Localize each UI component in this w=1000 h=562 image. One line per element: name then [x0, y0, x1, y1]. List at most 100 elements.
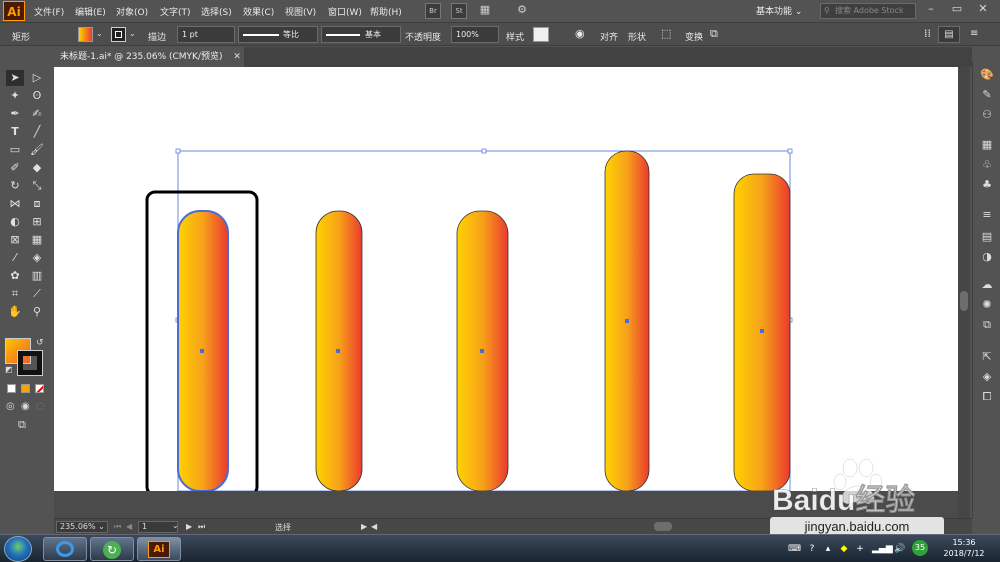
help-icon[interactable]: ? [806, 543, 818, 555]
fill-dropdown-icon[interactable]: ⌄ [96, 29, 103, 38]
tray-arrow-icon[interactable]: ▴ [822, 543, 834, 555]
align-button[interactable]: 对齐 [600, 30, 618, 43]
bbox-handle[interactable] [481, 148, 487, 154]
prev-artboard-icon[interactable]: ◀ [126, 522, 132, 531]
menu-help[interactable]: 帮助(H) [370, 5, 402, 18]
default-colors-icon[interactable]: ◩ [5, 365, 13, 374]
color-panel-icon[interactable]: 🎨 [979, 68, 995, 82]
artboard-dropdown-icon[interactable]: ⌄ [172, 521, 179, 530]
perspective-grid-tool-icon[interactable]: ⊞ [28, 214, 46, 230]
arrange-icon[interactable]: ▤ [938, 26, 960, 43]
libraries-panel-icon[interactable]: ⚇ [979, 108, 995, 122]
shaper-tool-icon[interactable]: ✐ [6, 160, 24, 176]
stroke-color-swatch[interactable] [17, 350, 43, 376]
hand-tool-icon[interactable]: ✋ [6, 304, 24, 320]
graph-tool-icon[interactable]: ▥ [28, 268, 46, 284]
transform-panel-icon[interactable]: ⧉ [979, 318, 995, 332]
blend-tool-icon[interactable]: ◈ [28, 250, 46, 266]
stock-search-input[interactable]: ⚲ 搜索 Adobe Stock [820, 3, 916, 19]
variable-width-profile[interactable]: 等比 [238, 26, 318, 43]
shape-properties-button[interactable]: 形状 [628, 30, 646, 43]
ie-taskbar-button[interactable] [43, 537, 87, 561]
menu-lines-icon[interactable]: ≡ [970, 28, 978, 39]
appearance-panel-icon[interactable]: ✺ [979, 298, 995, 312]
opacity-field[interactable]: 100% [451, 26, 499, 43]
minimize-button[interactable]: – [918, 0, 944, 18]
swatches-panel-icon[interactable]: ▦ [979, 138, 995, 152]
vertical-scroll-thumb[interactable] [960, 291, 968, 311]
workspace-switcher[interactable]: 基本功能 ⌄ [756, 4, 802, 17]
volume-icon[interactable]: 🔊 [894, 543, 906, 555]
last-artboard-icon[interactable]: ⏭ [198, 522, 205, 532]
menu-type[interactable]: 文字(T) [160, 5, 191, 18]
tab-close-icon[interactable]: ✕ [233, 52, 241, 62]
brushes-panel-icon[interactable]: ✎ [979, 88, 995, 102]
slice-tool-icon[interactable]: ⟋ [28, 286, 46, 302]
menu-panel-icon[interactable]: ≡ [979, 208, 995, 222]
start-button[interactable] [4, 536, 32, 562]
bridge-button[interactable]: Br [425, 3, 441, 19]
menu-object[interactable]: 对象(O) [116, 5, 148, 18]
paintbrush-tool-icon[interactable]: 🖌 [28, 142, 46, 158]
security-icon[interactable]: ◆ [838, 543, 850, 555]
swap-fill-stroke-icon[interactable]: ↺ [36, 338, 44, 348]
menu-select[interactable]: 选择(S) [201, 5, 232, 18]
color-mode-icon[interactable] [7, 384, 16, 393]
horizontal-scroll-thumb[interactable] [654, 522, 672, 531]
symbol-sprayer-tool-icon[interactable]: ✿ [6, 268, 24, 284]
menu-view[interactable]: 视图(V) [285, 5, 316, 18]
notification-badge[interactable]: 35 [912, 540, 928, 556]
selection-tool-icon[interactable]: ➤ [6, 70, 24, 86]
line-tool-icon[interactable]: ╱ [28, 124, 46, 140]
artwork-svg[interactable] [54, 67, 958, 491]
curvature-tool-icon[interactable]: ✍ [28, 106, 46, 122]
artboard-canvas[interactable] [54, 67, 958, 491]
clubs-panel-icon[interactable]: ♣ [979, 178, 995, 192]
draw-behind-icon[interactable]: ◉ [21, 401, 30, 412]
vertical-scrollbar[interactable] [958, 67, 970, 518]
align-panel-icon[interactable]: ▤ [979, 230, 995, 244]
tray-plus-icon[interactable]: + [854, 543, 866, 555]
keyboard-icon[interactable]: ⌨ [788, 543, 801, 555]
eyedropper-tool-icon[interactable]: ⁄ [6, 250, 24, 266]
opacity-label[interactable]: 不透明度 [405, 30, 441, 43]
layers-panel-icon[interactable]: ◈ [979, 370, 995, 384]
shape-bounds-icon[interactable]: ⬚ [661, 27, 671, 40]
direct-selection-tool-icon[interactable]: ▷ [28, 70, 46, 86]
clock[interactable]: 15:36 2018/7/12 [934, 537, 994, 559]
scroll-left-icon[interactable]: ◀ [371, 522, 377, 531]
export-panel-icon[interactable]: ⇱ [979, 350, 995, 364]
gradient-mode-icon[interactable] [21, 384, 30, 393]
gradient-tool-icon[interactable]: ▦ [28, 232, 46, 248]
draw-normal-icon[interactable]: ◎ [6, 401, 15, 412]
stock-button[interactable]: St [451, 3, 467, 19]
menu-file[interactable]: 文件(F) [34, 5, 64, 18]
panel-options-icon[interactable]: ⁞⁞ [924, 27, 931, 40]
graphic-style-swatch[interactable] [533, 27, 549, 42]
mesh-tool-icon[interactable]: ⊠ [6, 232, 24, 248]
zoom-field[interactable]: 235.06% ⌄ [56, 521, 108, 533]
type-tool-icon[interactable]: T [6, 124, 24, 140]
arrange-documents-icon[interactable]: ▦ [477, 3, 493, 19]
artboards-panel-icon[interactable]: ⧠ [979, 390, 995, 404]
shape-builder-tool-icon[interactable]: ◐ [6, 214, 24, 230]
stroke-weight-field[interactable]: 1 pt [177, 26, 235, 43]
illustrator-taskbar-button[interactable]: Ai [137, 537, 181, 561]
rotate-tool-icon[interactable]: ↻ [6, 178, 24, 194]
pen-tool-icon[interactable]: ✒ [6, 106, 24, 122]
none-mode-icon[interactable] [35, 384, 44, 393]
brush-definition[interactable]: 基本 [321, 26, 401, 43]
network-icon[interactable]: ▂▄▆ [872, 543, 893, 555]
stroke-dropdown-icon[interactable]: ⌄ [129, 29, 136, 38]
fill-swatch[interactable] [78, 27, 93, 42]
next-artboard-icon[interactable]: ▶ [186, 522, 192, 531]
close-button[interactable]: ✕ [970, 0, 996, 18]
symbols-panel-icon[interactable]: ♧ [979, 158, 995, 172]
document-tab[interactable]: 未标题-1.ai* @ 235.06% (CMYK/预览) ✕ [54, 47, 244, 67]
recolor-artwork-icon[interactable]: ◉ [575, 27, 585, 40]
menu-effect[interactable]: 效果(C) [243, 5, 274, 18]
artboard-tool-icon[interactable]: ⌗ [6, 286, 24, 302]
eraser-tool-icon[interactable]: ◆ [28, 160, 46, 176]
gpu-performance-icon[interactable]: ⚙ [514, 3, 530, 19]
360-taskbar-button[interactable]: ↻ [90, 537, 134, 561]
